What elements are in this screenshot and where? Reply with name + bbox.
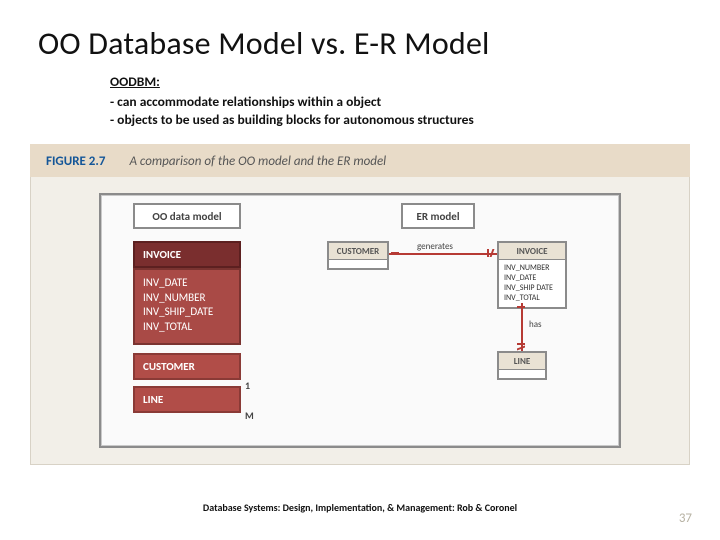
er-entity-body: INV_NUMBER INV_DATE INV_SHIP DATE INV_TO… [499, 260, 565, 307]
crowfoot-icon [487, 249, 495, 257]
er-entity-body [499, 370, 545, 378]
oo-cardinality-m: M [245, 409, 254, 422]
source-credit: Database Systems: Design, Implementation… [0, 501, 720, 514]
crowfoot-icon [391, 249, 399, 257]
rel-label-has: has [529, 319, 542, 330]
oo-cardinality-1: 1 [245, 379, 250, 392]
er-entity-customer: CUSTOMER [327, 241, 389, 270]
rel-label-generates: generates [417, 241, 453, 252]
figure-caption: A comparison of the OO model and the ER … [129, 154, 386, 169]
oo-root-invoice: INVOICE [133, 241, 241, 268]
oo-attr-list: INV_DATE INV_NUMBER INV_SHIP_DATE INV_TO… [133, 268, 241, 345]
oo-attr: INV_TOTAL [143, 320, 231, 335]
oo-stack: INVOICE INV_DATE INV_NUMBER INV_SHIP_DAT… [133, 241, 241, 413]
diagram-area: OO data model ER model INVOICE INV_DATE … [30, 177, 690, 465]
er-entity-body [329, 260, 387, 268]
er-entity-name: CUSTOMER [329, 243, 387, 260]
oo-child-customer: CUSTOMER [133, 353, 241, 380]
column-head-er: ER model [401, 203, 475, 229]
er-attr: INV_TOTAL [504, 293, 560, 303]
er-attr: INV_SHIP DATE [504, 283, 560, 293]
er-entity-name: INVOICE [499, 243, 565, 260]
page-number: 37 [679, 511, 692, 526]
oo-attr: INV_DATE [143, 276, 231, 291]
page-title: OO Database Model vs. E-R Model [0, 0, 720, 73]
intro-bullet-2: - objects to be used as building blocks … [110, 111, 720, 129]
column-head-oo: OO data model [133, 203, 241, 229]
er-attr: INV_NUMBER [504, 263, 560, 273]
figure-number: FIGURE 2.7 [46, 154, 105, 169]
er-attr: INV_DATE [504, 273, 560, 283]
figure-caption-band: FIGURE 2.7 A comparison of the OO model … [30, 144, 690, 177]
oo-child-line: LINE [133, 386, 241, 413]
oo-attr: INV_SHIP_DATE [143, 305, 231, 320]
er-entity-name: LINE [499, 353, 545, 370]
intro-bullet-1: - can accommodate relationships within a… [110, 93, 720, 111]
er-entity-invoice: INVOICE INV_NUMBER INV_DATE INV_SHIP DAT… [497, 241, 567, 309]
crowfoot-icon [517, 303, 525, 311]
rel-line-generates [389, 253, 497, 255]
diagram-frame: OO data model ER model INVOICE INV_DATE … [99, 193, 621, 448]
crowfoot-icon [517, 343, 525, 351]
er-entity-line: LINE [497, 351, 547, 380]
intro-subtitle: OODBM: [110, 73, 720, 91]
oo-attr: INV_NUMBER [143, 291, 231, 306]
